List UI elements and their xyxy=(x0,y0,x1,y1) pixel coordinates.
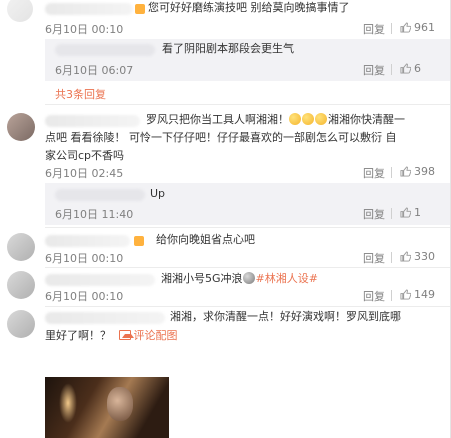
like-button[interactable]: 6 xyxy=(400,62,421,75)
like-button[interactable]: 398 xyxy=(400,165,435,178)
comment-text: 您可好好磨练演技吧 别给莫向晚搞事情了 xyxy=(148,1,350,14)
like-button[interactable]: 961 xyxy=(400,21,435,34)
comment-image[interactable] xyxy=(45,377,169,438)
like-button[interactable]: 1 xyxy=(400,206,421,219)
comment-time: 6月10日 00:10 xyxy=(45,23,124,36)
reply-text: Up xyxy=(150,187,166,200)
thumb-up-icon xyxy=(400,22,411,33)
comment-divider xyxy=(45,306,451,307)
comment-text: 湘湘，求你清醒一点！好好演戏啊！罗风到底哪 xyxy=(170,310,401,323)
username-blurred[interactable] xyxy=(45,312,165,324)
thumb-up-icon xyxy=(400,289,411,300)
reply-button[interactable]: 回复 xyxy=(363,165,385,181)
comment-text-line: 里好了啊！？ 评论配图 xyxy=(45,329,178,342)
comment-text: 给你向晚姐省点心吧 xyxy=(156,233,255,246)
emoji-icon xyxy=(242,272,256,285)
comment-time: 6月10日 00:10 xyxy=(45,252,124,265)
username-blurred[interactable] xyxy=(55,189,145,201)
username-blurred[interactable] xyxy=(55,44,155,56)
comment-time: 6月10日 02:45 xyxy=(45,167,124,180)
reply-button[interactable]: 回复 xyxy=(363,288,385,304)
user-avatar[interactable] xyxy=(7,271,35,299)
like-count: 6 xyxy=(414,62,421,75)
user-avatar[interactable] xyxy=(7,233,35,261)
reply-time: 6月10日 11:40 xyxy=(55,208,134,221)
thumb-up-icon xyxy=(400,63,411,74)
user-avatar[interactable] xyxy=(7,0,33,22)
comment-divider xyxy=(45,267,451,268)
divider xyxy=(391,252,392,263)
emoji-icon xyxy=(289,113,328,126)
like-count: 398 xyxy=(414,165,435,178)
username-blurred[interactable] xyxy=(45,3,133,15)
like-button[interactable]: 149 xyxy=(400,288,435,301)
divider xyxy=(391,23,392,34)
reply-button[interactable]: 回复 xyxy=(363,62,385,78)
like-count: 149 xyxy=(414,288,435,301)
user-avatar[interactable] xyxy=(7,310,35,338)
vip-badge-icon xyxy=(133,3,145,16)
like-count: 961 xyxy=(414,21,435,34)
reply-text: 看了阴阳剧本那段会更生气 xyxy=(162,42,294,55)
username-blurred[interactable] xyxy=(45,115,140,127)
view-image-link[interactable]: 评论配图 xyxy=(118,329,178,342)
comment-divider xyxy=(45,227,451,228)
comment-text: 罗风只把你当工具人啊湘湘！ 湘湘你快清醒一 xyxy=(146,113,405,126)
comment-divider xyxy=(45,104,451,105)
image-detail xyxy=(107,387,133,421)
image-icon xyxy=(118,330,134,340)
username-blurred[interactable] xyxy=(45,274,155,286)
thumb-up-icon xyxy=(400,251,411,262)
thumb-up-icon xyxy=(400,207,411,218)
reply-button[interactable]: 回复 xyxy=(363,250,385,266)
divider xyxy=(391,167,392,178)
divider xyxy=(391,208,392,219)
comment-text-line: 点吧 看看徐陵！ 可怜一下仔仔吧！仔仔最喜欢的一部剧怎么可以敷衍 自 xyxy=(45,131,397,144)
thumb-up-icon xyxy=(400,166,411,177)
more-replies-link[interactable]: 共3条回复 xyxy=(55,86,106,102)
user-avatar[interactable] xyxy=(7,113,35,141)
like-button[interactable]: 330 xyxy=(400,250,435,263)
divider xyxy=(391,64,392,75)
reply-time: 6月10日 06:07 xyxy=(55,64,134,77)
divider xyxy=(391,290,392,301)
like-count: 1 xyxy=(414,206,421,219)
like-count: 330 xyxy=(414,250,435,263)
comment-text-line: 家公司cp不香吗 xyxy=(45,149,125,162)
hashtag-link[interactable]: #林湘人设# xyxy=(256,272,318,285)
image-detail xyxy=(59,383,77,423)
comment-text: 湘湘小号5G冲浪 #林湘人设# xyxy=(161,272,318,285)
vip-badge-icon xyxy=(132,235,144,248)
reply-button[interactable]: 回复 xyxy=(363,206,385,222)
username-blurred[interactable] xyxy=(45,235,130,247)
reply-button[interactable]: 回复 xyxy=(363,21,385,37)
comment-time: 6月10日 00:10 xyxy=(45,290,124,303)
